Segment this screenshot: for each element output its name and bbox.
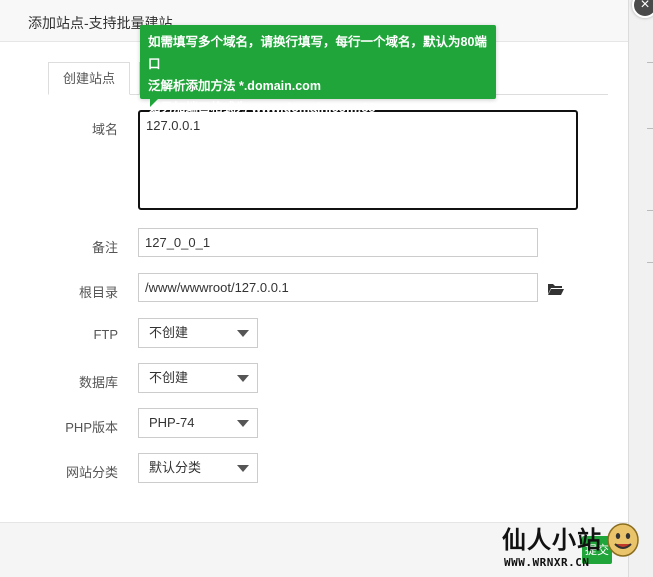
- watermark-url: WWW.WRNXR.CN: [504, 556, 590, 569]
- folder-open-icon[interactable]: [547, 282, 565, 296]
- ftp-select[interactable]: 不创建: [138, 318, 258, 348]
- ftp-label: FTP: [93, 327, 118, 342]
- watermark-title: 仙人小站: [502, 526, 602, 554]
- php-version-select-value: PHP-74: [149, 415, 195, 430]
- database-label: 数据库: [78, 375, 118, 390]
- chevron-down-icon: [237, 420, 249, 427]
- root-dir-label: 根目录: [78, 285, 118, 300]
- tooltip-line: 泛解析添加方法 *.domain.com: [148, 79, 321, 93]
- php-version-select[interactable]: PHP-74: [138, 408, 258, 438]
- tooltip-arrow: [150, 99, 158, 107]
- database-select[interactable]: 不创建: [138, 363, 258, 393]
- tab-batch-edge: [130, 62, 140, 95]
- category-label: 网站分类: [65, 465, 118, 480]
- watermark-logo: 仙人小站 WWW.WRNXR.CN: [498, 518, 648, 576]
- chevron-down-icon: [237, 330, 249, 337]
- category-select-value: 默认分类: [149, 460, 202, 475]
- tooltip-line: 如需填写多个域名，请换行填写，每行一个域名，默认为80端口: [148, 35, 487, 71]
- remark-label: 备注: [91, 240, 118, 255]
- domain-textarea[interactable]: 127.0.0.1: [138, 110, 578, 210]
- ftp-select-value: 不创建: [149, 325, 189, 340]
- smiley-face-icon: [607, 523, 639, 557]
- tooltip-line: 如另加端口格式为 www.domain.com:88: [148, 101, 376, 115]
- tab-create-site[interactable]: 创建站点: [48, 62, 130, 95]
- domain-label: 域名: [91, 122, 118, 137]
- domain-help-tooltip: 如需填写多个域名，请换行填写，每行一个域名，默认为80端口 泛解析添加方法 *.…: [140, 25, 496, 115]
- chevron-down-icon: [237, 465, 249, 472]
- php-version-label: PHP版本: [65, 420, 118, 435]
- category-select[interactable]: 默认分类: [138, 453, 258, 483]
- background-page: [628, 0, 653, 577]
- root-dir-input[interactable]: /www/wwwroot/127.0.0.1: [138, 273, 538, 302]
- chevron-down-icon: [237, 375, 249, 382]
- remark-input[interactable]: 127_0_0_1: [138, 228, 538, 257]
- database-select-value: 不创建: [149, 370, 189, 385]
